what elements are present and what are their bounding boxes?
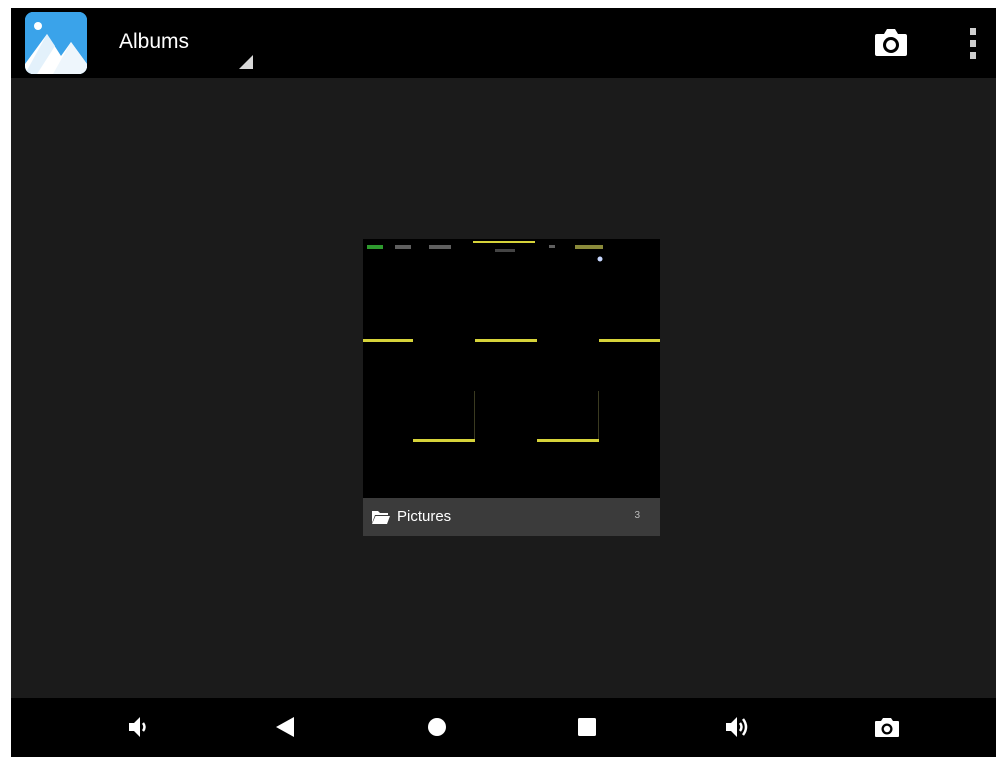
recents-button[interactable] xyxy=(567,707,607,747)
album-name: Pictures xyxy=(397,508,452,525)
back-icon xyxy=(276,717,294,737)
folder-icon xyxy=(372,511,390,524)
volume-down-icon xyxy=(129,717,146,737)
screenshot-button[interactable] xyxy=(867,707,907,747)
volume-up-icon xyxy=(726,717,748,737)
spinner-label: Albums xyxy=(119,30,190,53)
home-button[interactable] xyxy=(417,707,457,747)
overflow-dot xyxy=(970,40,976,47)
overflow-menu-button[interactable] xyxy=(961,24,985,62)
camera-icon xyxy=(875,718,899,737)
volume-up-button[interactable] xyxy=(717,707,757,747)
dropdown-caret-icon xyxy=(239,55,253,69)
album-label-bar: Pictures 3 xyxy=(363,498,660,536)
action-bar: Albums xyxy=(11,8,996,78)
navigation-bar xyxy=(11,698,996,757)
overflow-dot xyxy=(970,52,976,59)
album-count: 3 xyxy=(634,510,640,521)
overflow-menu-icon xyxy=(970,28,976,35)
gallery-icon[interactable] xyxy=(25,12,87,74)
recents-icon xyxy=(578,718,596,736)
album-thumbnail xyxy=(363,239,660,498)
album-spinner[interactable]: Albums xyxy=(119,8,259,78)
volume-down-button[interactable] xyxy=(118,707,158,747)
camera-icon xyxy=(875,29,907,56)
gallery-screen: Albums Pictures 3 xyxy=(11,8,996,757)
camera-button[interactable] xyxy=(873,26,909,60)
back-button[interactable] xyxy=(266,707,306,747)
album-tile-pictures[interactable]: Pictures 3 xyxy=(363,239,660,536)
home-icon xyxy=(428,718,446,736)
